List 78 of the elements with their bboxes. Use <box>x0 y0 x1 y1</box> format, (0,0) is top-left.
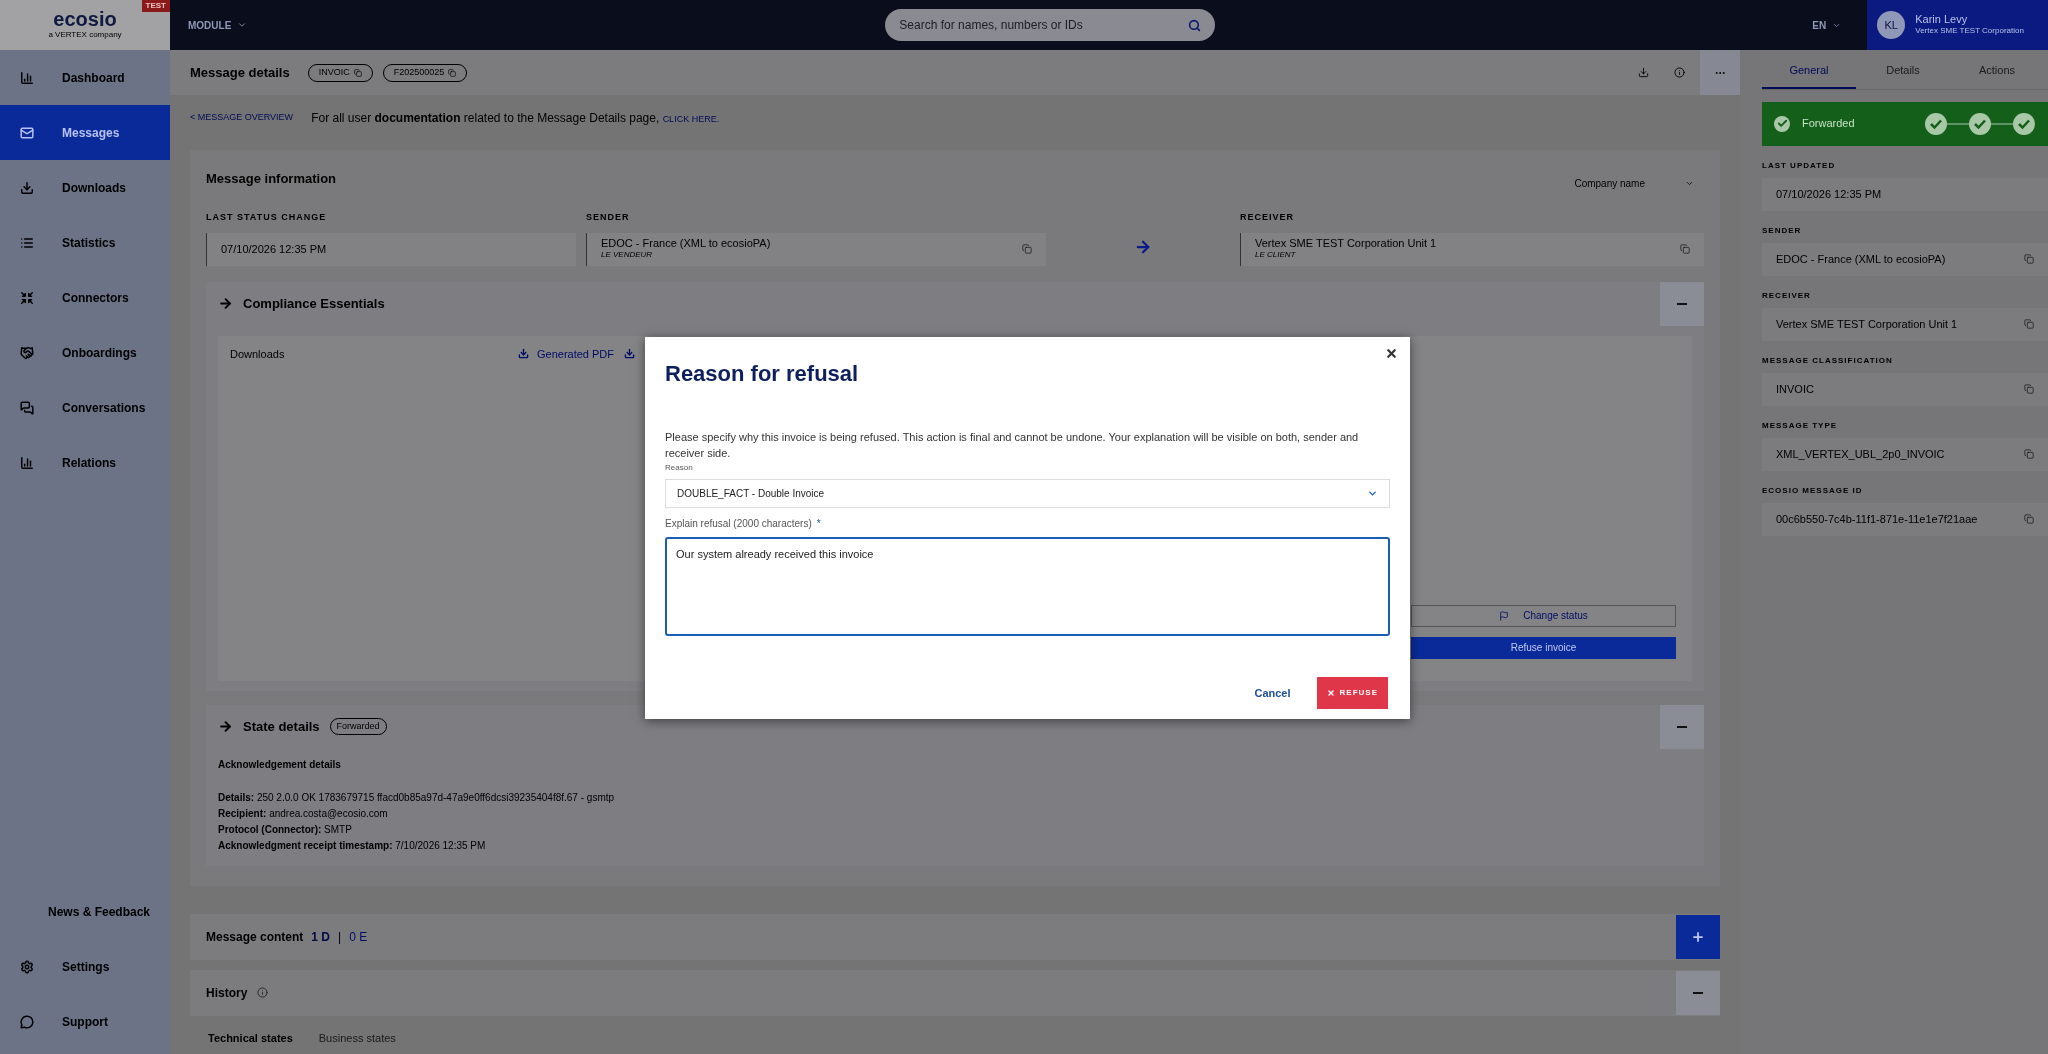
panel-tab[interactable]: Actions <box>1950 62 2044 89</box>
module-menu[interactable]: MODULE <box>188 17 248 33</box>
field-value: 07/10/2026 12:35 PM <box>221 243 327 255</box>
section-title: Compliance Essentials <box>243 294 385 313</box>
page-title: Message details <box>190 63 290 82</box>
company-select[interactable]: Company name <box>1574 176 1694 191</box>
logo-tagline: a VERTEX company <box>48 29 122 41</box>
user-company: Vertex SME TEST Corporation <box>1915 25 2024 37</box>
sidebar-item[interactable]: Connectors <box>0 270 170 325</box>
field-value: Vertex SME TEST Corporation Unit 1 <box>1255 238 1437 249</box>
refuse-invoice-button[interactable]: Refuse invoice <box>1411 636 1676 659</box>
field-label: MESSAGE TYPE <box>1762 419 1839 432</box>
panel-tab[interactable]: General <box>1762 62 1856 89</box>
section-title: History <box>206 984 248 1002</box>
acknowledgement-line: Details: 250 2.0.0 OK 1783679715 ffacd0b85a97d-47a9e0ff6dcsi39235404f8f.67 - gsmtp <box>218 790 616 805</box>
documentation-note: For all user documentation related to the Message Details page, CLICK HERE. <box>311 109 720 127</box>
refuse-button[interactable]: REFUSE <box>1316 677 1388 709</box>
back-link[interactable]: < MESSAGE OVERVIEW <box>190 110 294 125</box>
reason-label: Reason <box>665 462 694 474</box>
field-value: XML_VERTEX_UBL_2p0_INVOIC <box>1776 446 1945 462</box>
change-status-button[interactable]: Change status <box>1411 604 1676 627</box>
field-value: INVOIC <box>1776 381 1814 397</box>
field-label: MESSAGE CLASSIFICATION <box>1762 354 1894 367</box>
sidebar-item[interactable]: News & Feedback <box>0 884 170 939</box>
field-value: EDOC - France (XML to ecosioPA) <box>1776 251 1946 267</box>
logo: ecosio <box>53 9 117 29</box>
sidebar-item[interactable]: Conversations <box>0 380 170 435</box>
field-label: SENDER <box>1762 224 1803 237</box>
field-value: 00c6b550-7c4b-11f1-871e-11e1e7f21aae <box>1776 511 1978 527</box>
sidebar-item[interactable]: Downloads <box>0 160 170 215</box>
sidebar-item[interactable]: Statistics <box>0 215 170 270</box>
section-title: Message content <box>206 928 304 946</box>
field-label: RECEIVER <box>1762 289 1812 302</box>
dialog-title: Reason for refusal <box>665 360 860 388</box>
sidebar-item[interactable]: Settings <box>0 939 170 994</box>
sidebar-item[interactable]: Messages <box>0 105 170 160</box>
history-tab[interactable]: Technical states <box>208 1029 293 1046</box>
acknowledgement-line: Protocol (Connector): SMTP <box>218 822 353 837</box>
explanation-label: Explain refusal (2000 characters) <box>665 517 812 531</box>
acknowledgement-heading: Acknowledgement details <box>218 757 342 772</box>
required-mark: * <box>816 517 821 531</box>
field-label: LAST STATUS CHANGE <box>206 211 328 224</box>
user-avatar: KL <box>1877 11 1906 39</box>
field-role: LE CLIENT <box>1255 249 1297 260</box>
language-menu[interactable]: EN <box>1812 17 1842 33</box>
download-link[interactable]: Generated PDF <box>518 345 615 362</box>
user-name: Karin Levy <box>1915 13 1969 25</box>
field-value: Vertex SME TEST Corporation Unit 1 <box>1776 316 1958 332</box>
error-count: 0 E <box>349 928 368 946</box>
panel-tab[interactable]: Details <box>1856 62 1950 89</box>
field-value: 07/10/2026 12:35 PM <box>1776 186 1882 202</box>
field-label: RECEIVER <box>1240 211 1295 224</box>
dialog-description: Please specify why this invoice is being refused. This action is final and cannot be undone. Your explanation will be visible on both, sender and receiver side. <box>665 430 1360 461</box>
field-label: SENDER <box>586 211 631 224</box>
sidebar-item[interactable]: Support <box>0 994 170 1049</box>
downloads-label: Downloads <box>230 346 286 362</box>
click-here-link[interactable]: CLICK HERE. <box>662 113 720 124</box>
document-count: 1 D <box>311 928 331 946</box>
field-value: EDOC - France (XML to ecosioPA) <box>601 238 771 249</box>
field-label: LAST UPDATED <box>1762 159 1837 172</box>
acknowledgement-line: Acknowledgment receipt timestamp: 7/10/2026 12:35 PM <box>218 838 487 853</box>
sidebar-item[interactable]: Onboardings <box>0 325 170 380</box>
section-title: State details <box>243 717 320 736</box>
count-separator: | <box>338 928 342 946</box>
explanation-field[interactable]: Our system already received this invoice <box>665 537 1390 636</box>
sidebar-item[interactable]: Relations <box>0 435 170 490</box>
user-menu[interactable]: KL Karin Levy Vertex SME TEST Corporation <box>1867 0 2048 50</box>
field-label: ECOSIO MESSAGE ID <box>1762 484 1864 497</box>
environment-badge: TEST <box>141 0 170 12</box>
history-tab[interactable]: Business states <box>318 1029 396 1046</box>
cancel-button[interactable]: Cancel <box>1254 684 1291 702</box>
card-title: Message information <box>206 169 337 188</box>
acknowledgement-line: Recipient: andrea.costa@ecosio.com <box>218 806 389 821</box>
status-label: Forwarded <box>1802 116 1855 132</box>
field-role: LE VENDEUR <box>601 249 654 260</box>
sidebar-item[interactable]: Dashboard <box>0 50 170 105</box>
search-field[interactable]: Search for names, numbers or IDs <box>885 9 1216 41</box>
reason-select[interactable]: DOUBLE_FACT - Double Invoice <box>665 479 1390 508</box>
